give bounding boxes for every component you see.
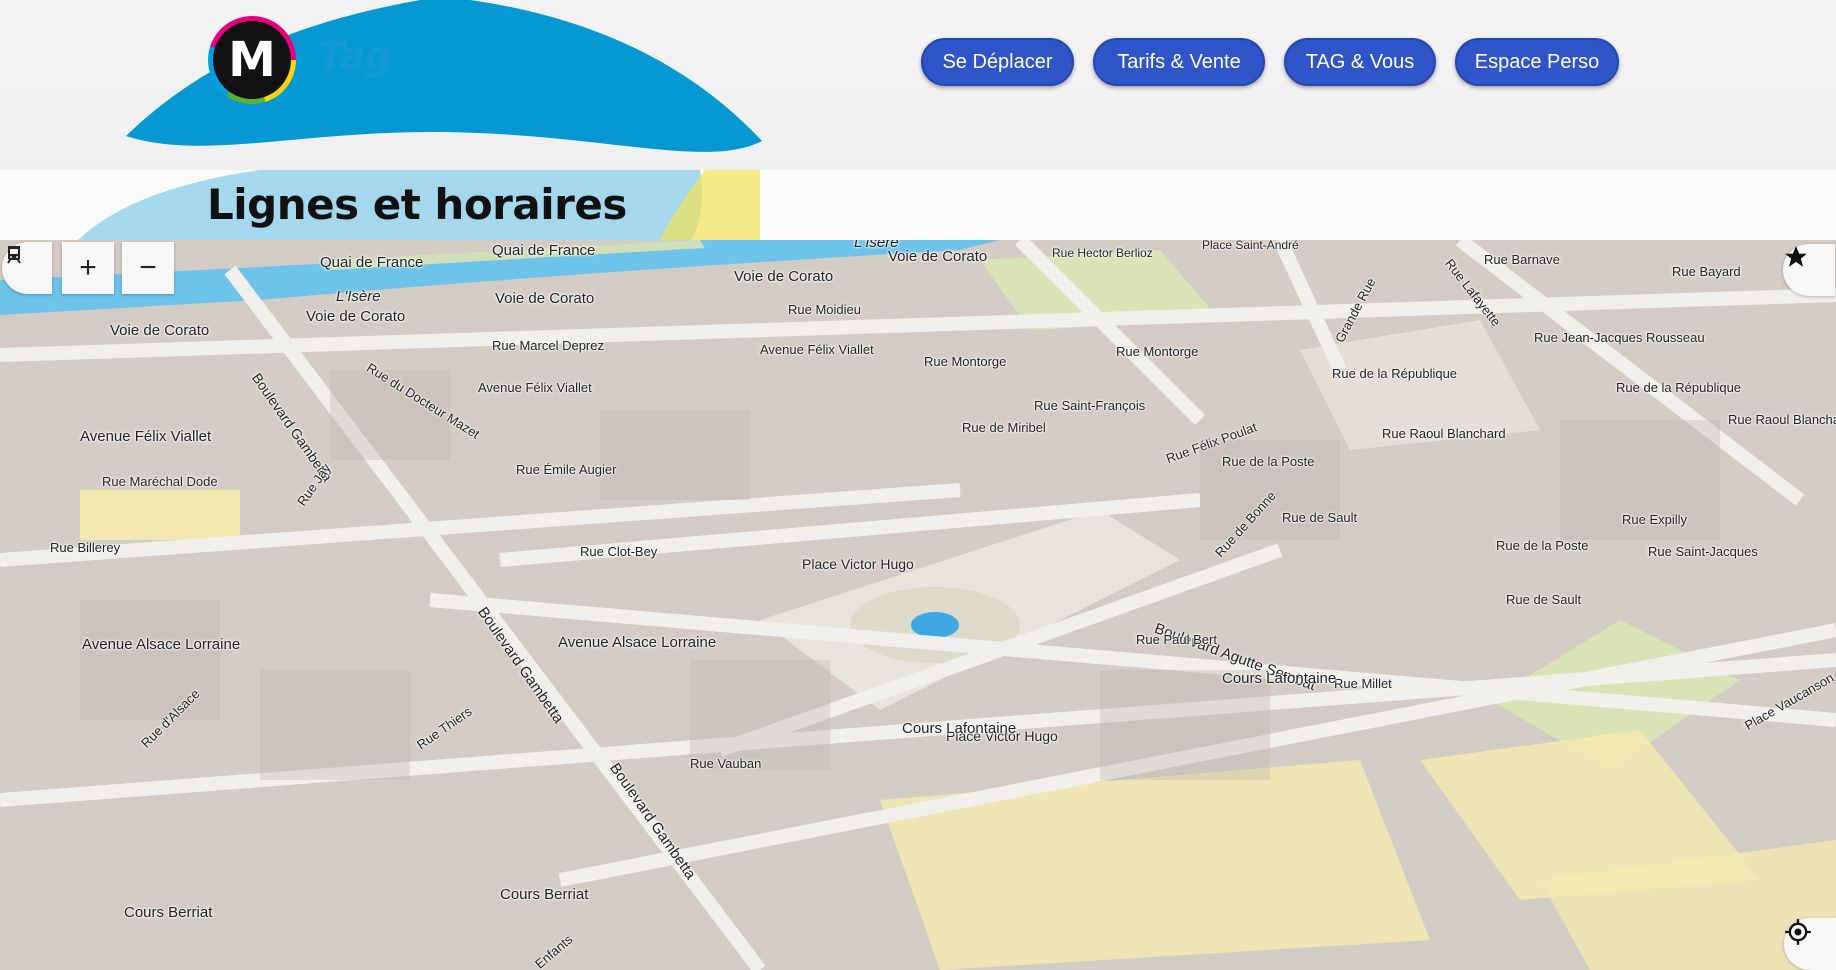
- street-label: Rue Billerey: [50, 540, 121, 555]
- street-label: Rue Vauban: [690, 756, 762, 771]
- street-label: Avenue Félix Viallet: [478, 380, 592, 395]
- street-label: Place Saint-André: [1202, 240, 1299, 252]
- zoom-out-button[interactable]: −: [122, 242, 174, 294]
- transit-layer-button[interactable]: [2, 242, 52, 294]
- map-view[interactable]: Quai de France Quai de France L'Isère L'…: [0, 240, 1836, 970]
- street-label: Rue de Sault: [1506, 592, 1582, 607]
- street-label: Voie de Corato: [888, 248, 988, 265]
- street-label: Avenue Alsace Lorraine: [82, 636, 241, 653]
- street-label: Avenue Alsace Lorraine: [558, 634, 717, 651]
- street-label: Rue Montorge: [1116, 344, 1199, 359]
- street-label: Rue Saint-Jacques: [1648, 544, 1758, 559]
- street-label: Rue Clot-Bey: [580, 544, 658, 559]
- street-label: Rue Saint-François: [1034, 398, 1146, 413]
- street-label: Rue de Miribel: [962, 420, 1046, 435]
- locate-me-button[interactable]: [1784, 918, 1836, 970]
- street-label: Voie de Corato: [306, 308, 406, 325]
- street-label: Rue Maréchal Dode: [102, 474, 218, 489]
- logo-badge: M: [213, 21, 291, 99]
- street-label: Rue de la Poste: [1222, 454, 1315, 469]
- street-label: Rue de la République: [1332, 366, 1458, 381]
- street-label: Rue Montorge: [924, 354, 1007, 369]
- street-label: Rue Jean-Jacques Rousseau: [1534, 330, 1705, 345]
- star-icon: [1785, 246, 1807, 267]
- nav-espace-perso-button[interactable]: Espace Perso: [1455, 38, 1619, 86]
- street-label: Rue Barnave: [1484, 252, 1560, 267]
- street-label: Rue Hector Berlioz: [1052, 246, 1153, 260]
- street-label: Rue de Sault: [1282, 510, 1358, 525]
- street-label: Cours Lafontaine: [1222, 670, 1337, 687]
- street-label: Rue Millet: [1334, 676, 1392, 691]
- tram-icon: [7, 246, 21, 264]
- river-label: L'Isère: [336, 288, 381, 305]
- street-label: Rue de la Poste: [1496, 538, 1589, 553]
- street-label: Rue Moidieu: [788, 302, 861, 317]
- nav-se-deplacer-button[interactable]: Se Déplacer: [921, 38, 1074, 86]
- street-label: Voie de Corato: [495, 290, 595, 307]
- locate-icon: [1785, 919, 1811, 945]
- street-label: Quai de France: [492, 242, 596, 259]
- page-title: Lignes et horaires: [207, 180, 627, 229]
- street-label: Rue de la République: [1616, 380, 1742, 395]
- zoom-in-button[interactable]: +: [62, 242, 114, 294]
- nav-tag-vous-button[interactable]: TAG & Vous: [1284, 38, 1436, 86]
- brand-wordmark: Tag: [318, 34, 393, 78]
- tag-logo[interactable]: M: [208, 16, 296, 104]
- street-label: Rue Raoul Blanchard: [1728, 412, 1836, 427]
- street-label: Rue Expilly: [1622, 512, 1688, 527]
- logo-letter: M: [228, 32, 276, 88]
- street-label: Avenue Félix Viallet: [760, 342, 874, 357]
- street-label: Rue Paul Bert: [1136, 632, 1217, 647]
- street-label: Quai de France: [320, 254, 424, 271]
- site-header: M Tag Se Déplacer Tarifs & Vente TAG & V…: [0, 0, 1836, 170]
- street-label: Place Victor Hugo: [802, 556, 914, 572]
- street-label: Rue Marcel Deprez: [492, 338, 604, 353]
- favorites-button[interactable]: [1783, 244, 1835, 296]
- street-label: Cours Berriat: [500, 886, 589, 903]
- nav-tarifs-vente-button[interactable]: Tarifs & Vente: [1093, 38, 1265, 86]
- street-label: Rue Bayard: [1672, 264, 1741, 279]
- street-label: Cours Lafontaine: [902, 720, 1017, 737]
- street-label: Voie de Corato: [110, 322, 210, 339]
- street-label: Rue Raoul Blanchard: [1382, 426, 1506, 441]
- street-label: Avenue Félix Viallet: [80, 428, 212, 445]
- street-label: Cours Berriat: [124, 904, 213, 921]
- street-label: Rue Émile Augier: [516, 462, 617, 477]
- street-label: Voie de Corato: [734, 268, 834, 285]
